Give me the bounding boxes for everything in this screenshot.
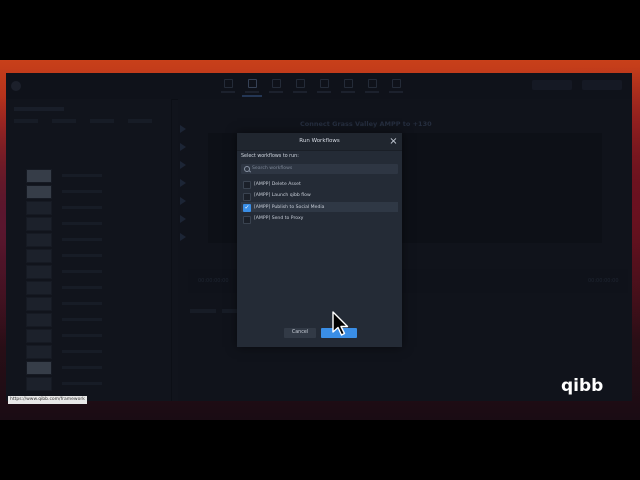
workflow-checkbox[interactable] — [243, 215, 251, 224]
status-url: https://www.qibb.com/framework — [8, 396, 87, 404]
workflow-item-selected[interactable]: ✓ [AMPP] Publish to Social Media — [241, 202, 398, 212]
workflow-label: [AMPP] Delete Asset — [254, 181, 301, 187]
dialog-header: Run Workflows × — [237, 133, 402, 151]
workflow-checkbox[interactable] — [243, 181, 251, 189]
run-workflows-dialog: Run Workflows × Select workflows to run:… — [237, 133, 402, 347]
letterbox-bottom — [0, 420, 640, 480]
cancel-button[interactable]: Cancel — [284, 328, 316, 338]
dialog-subtitle: Select workflows to run: — [241, 154, 299, 159]
search-placeholder: Search workflows — [252, 166, 293, 171]
workflow-label: [AMPP] Launch qibb flow — [254, 193, 311, 198]
letterbox-top — [0, 0, 640, 60]
search-workflows-input[interactable]: Search workflows — [241, 164, 398, 174]
workflow-item[interactable]: [AMPP] Delete Asset — [241, 179, 398, 189]
workflow-checkbox-checked[interactable]: ✓ — [243, 204, 251, 212]
workflow-checkbox[interactable] — [243, 192, 251, 201]
dialog-title: Run Workflows — [299, 138, 340, 144]
qibb-logo: qibb — [561, 376, 604, 396]
search-icon — [244, 166, 250, 172]
workflow-item[interactable]: [AMPP] Launch qibb flow — [241, 191, 398, 201]
workflow-item[interactable]: [AMPP] Send to Proxy — [241, 214, 398, 224]
close-icon[interactable]: × — [388, 136, 399, 147]
workflow-label: [AMPP] Publish to Social Media — [254, 204, 325, 210]
mouse-cursor-icon — [332, 311, 349, 336]
workflow-label: [AMPP] Send to Proxy — [254, 216, 304, 221]
